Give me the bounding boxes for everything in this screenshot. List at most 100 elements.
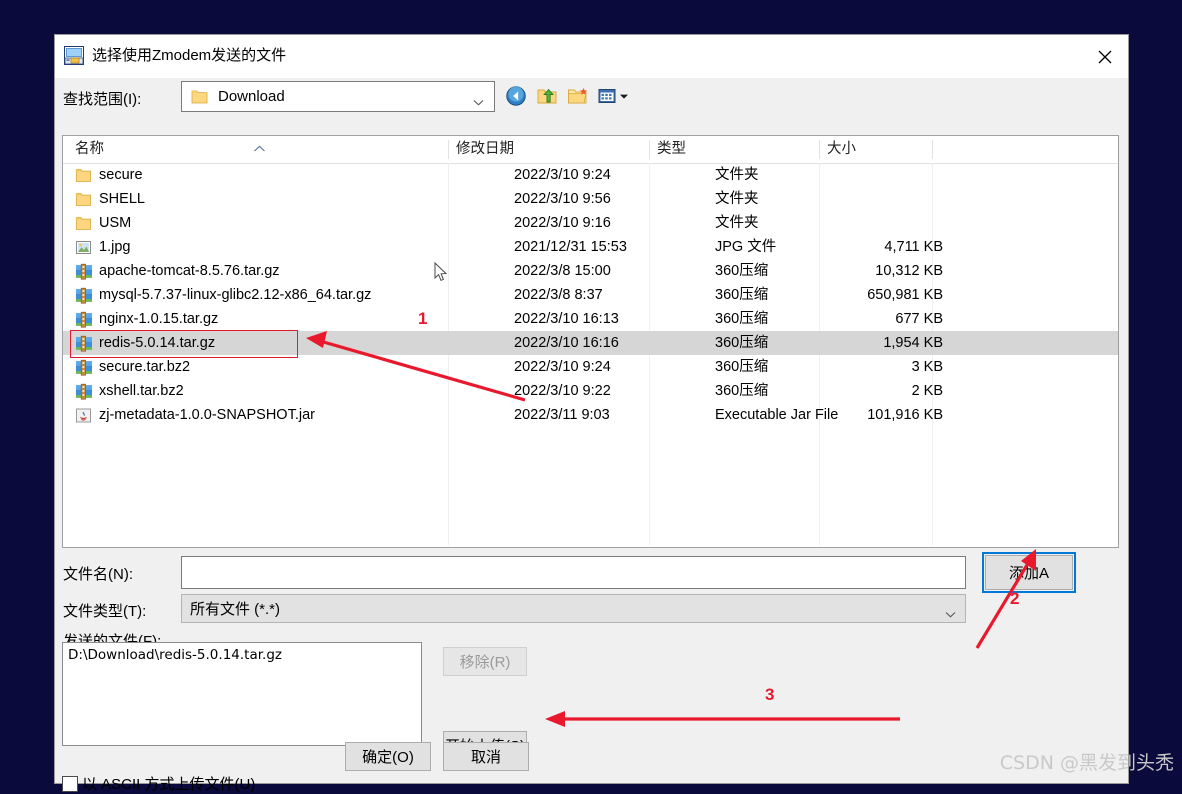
chevron-down-icon[interactable]: [945, 605, 956, 618]
cell-name[interactable]: SHELL: [75, 187, 145, 211]
cell-date: 2022/3/10 9:24: [514, 167, 611, 183]
cell-type: 360压缩: [715, 335, 769, 351]
cell-size: 677 KB: [895, 311, 943, 327]
cell-type: 360压缩: [715, 287, 769, 303]
cell-date: 2021/12/31 15:53: [514, 239, 627, 255]
close-icon[interactable]: [1082, 35, 1128, 78]
file-name-text: secure.tar.bz2: [99, 359, 191, 375]
column-header-name[interactable]: 名称: [75, 136, 104, 163]
ascii-checkbox-row[interactable]: 以 ASCII 方式上传文件(U): [62, 773, 255, 794]
image-icon: [75, 239, 93, 256]
file-name-text: apache-tomcat-8.5.76.tar.gz: [99, 263, 280, 279]
window-title: 选择使用Zmodem发送的文件: [92, 47, 287, 64]
look-in-label: 查找范围(I):: [63, 91, 142, 108]
new-folder-icon[interactable]: [567, 85, 589, 107]
sort-ascending-icon: [253, 140, 266, 152]
cell-date: 2022/3/10 9:56: [514, 191, 611, 207]
filetype-combobox[interactable]: 所有文件 (*.*): [181, 594, 966, 623]
cell-size: 1,954 KB: [883, 335, 943, 351]
zmodem-send-file-dialog: 选择使用Zmodem发送的文件 查找范围(I): Download 名称 修改日…: [55, 35, 1128, 793]
cell-name[interactable]: apache-tomcat-8.5.76.tar.gz: [75, 259, 280, 283]
cell-date: 2022/3/10 9:22: [514, 383, 611, 399]
cell-name[interactable]: mysql-5.7.37-linux-glibc2.12-x86_64.tar.…: [75, 283, 371, 307]
add-button[interactable]: 添加A: [982, 552, 1076, 593]
folder-icon: [75, 167, 93, 184]
send-files-listbox[interactable]: D:\Download\redis-5.0.14.tar.gz: [62, 642, 422, 746]
cell-type: 360压缩: [715, 359, 769, 375]
table-row[interactable]: 1.jpg 2021/12/31 15:53 JPG 文件 4,711 KB: [63, 235, 1118, 259]
file-name-text: 1.jpg: [99, 239, 131, 255]
table-row[interactable]: zj-metadata-1.0.0-SNAPSHOT.jar 2022/3/11 …: [63, 403, 1118, 427]
ascii-checkbox-label: 以 ASCII 方式上传文件(U): [82, 776, 256, 793]
views-icon[interactable]: [598, 87, 629, 105]
table-row[interactable]: xshell.tar.bz2 2022/3/10 9:22 360压缩 2 KB: [63, 379, 1118, 403]
zmodem-send-icon: [64, 46, 84, 65]
cell-name[interactable]: secure: [75, 163, 143, 187]
folder-icon: [75, 191, 93, 208]
cell-name[interactable]: nginx-1.0.15.tar.gz: [75, 307, 218, 331]
watermark: CSDN @黑发到头秃: [999, 752, 1174, 774]
cell-size: 2 KB: [911, 383, 943, 399]
filename-label: 文件名(N):: [63, 566, 133, 583]
column-separator[interactable]: [932, 140, 933, 159]
cancel-button[interactable]: 取消: [443, 742, 529, 771]
table-row[interactable]: mysql-5.7.37-linux-glibc2.12-x86_64.tar.…: [63, 283, 1118, 307]
ascii-checkbox[interactable]: [62, 775, 78, 792]
cell-name[interactable]: 1.jpg: [75, 235, 130, 259]
table-row[interactable]: apache-tomcat-8.5.76.tar.gz 2022/3/8 15:0…: [63, 259, 1118, 283]
folder-icon: [75, 215, 93, 232]
table-row[interactable]: secure 2022/3/10 9:24 文件夹: [63, 163, 1118, 187]
folder-icon: [191, 89, 208, 104]
annotation-marker-2: 2: [1010, 589, 1020, 608]
column-separator[interactable]: [819, 140, 820, 159]
archive-icon: [75, 359, 93, 376]
table-row[interactable]: secure.tar.bz2 2022/3/10 9:24 360压缩 3 KB: [63, 355, 1118, 379]
cell-date: 2022/3/10 16:16: [514, 335, 619, 351]
filetype-label: 文件类型(T):: [63, 603, 147, 620]
screen: 选择使用Zmodem发送的文件 查找范围(I): Download 名称 修改日…: [0, 0, 1182, 793]
cell-name[interactable]: zj-metadata-1.0.0-SNAPSHOT.jar: [75, 403, 315, 427]
archive-icon: [75, 287, 93, 304]
cell-name[interactable]: USM: [75, 211, 131, 235]
ok-button[interactable]: 确定(O): [345, 742, 431, 771]
table-row[interactable]: nginx-1.0.15.tar.gz 2022/3/10 16:13 360压缩 6…: [63, 307, 1118, 331]
remove-button[interactable]: 移除(R): [443, 647, 527, 676]
dialog-toolbar: [505, 83, 629, 109]
filename-input[interactable]: [181, 556, 966, 589]
archive-icon: [75, 263, 93, 280]
filename-value: [182, 557, 965, 563]
archive-icon: [75, 311, 93, 328]
list-item[interactable]: D:\Download\redis-5.0.14.tar.gz: [68, 647, 282, 663]
cell-size: 10,312 KB: [875, 263, 943, 279]
highlight-box-selected-file: [70, 330, 298, 358]
cell-type: 文件夹: [715, 191, 759, 207]
archive-icon: [75, 383, 93, 400]
column-header-size[interactable]: 大小: [827, 136, 856, 163]
cell-size: 4,711 KB: [884, 239, 943, 255]
cell-name[interactable]: secure.tar.bz2: [75, 355, 190, 379]
back-icon[interactable]: [505, 85, 527, 107]
column-separator[interactable]: [448, 140, 449, 159]
table-row[interactable]: USM 2022/3/10 9:16 文件夹: [63, 211, 1118, 235]
cell-date: 2022/3/10 9:24: [514, 359, 611, 375]
table-row[interactable]: SHELL 2022/3/10 9:56 文件夹: [63, 187, 1118, 211]
up-one-level-icon[interactable]: [536, 85, 558, 107]
file-name-text: SHELL: [99, 191, 145, 207]
java-jar-icon: [75, 407, 93, 424]
chevron-down-icon[interactable]: [473, 93, 484, 106]
cell-size: [763, 187, 943, 211]
file-name-text: secure: [99, 167, 143, 183]
cell-name[interactable]: xshell.tar.bz2: [75, 379, 184, 403]
filetype-value: 所有文件 (*.*): [190, 601, 281, 618]
look-in-value: Download: [218, 88, 285, 105]
title-bar: 选择使用Zmodem发送的文件: [55, 35, 1128, 78]
annotation-marker-3: 3: [765, 685, 775, 704]
cell-size: [763, 163, 943, 187]
column-header-date[interactable]: 修改日期: [456, 136, 514, 163]
cell-size: 650,981 KB: [867, 287, 943, 303]
cell-size: 101,916 KB: [867, 407, 943, 423]
cell-date: 2022/3/8 8:37: [514, 287, 603, 303]
column-separator[interactable]: [649, 140, 650, 159]
look-in-combobox[interactable]: Download: [181, 81, 495, 112]
column-header-type[interactable]: 类型: [657, 136, 686, 163]
